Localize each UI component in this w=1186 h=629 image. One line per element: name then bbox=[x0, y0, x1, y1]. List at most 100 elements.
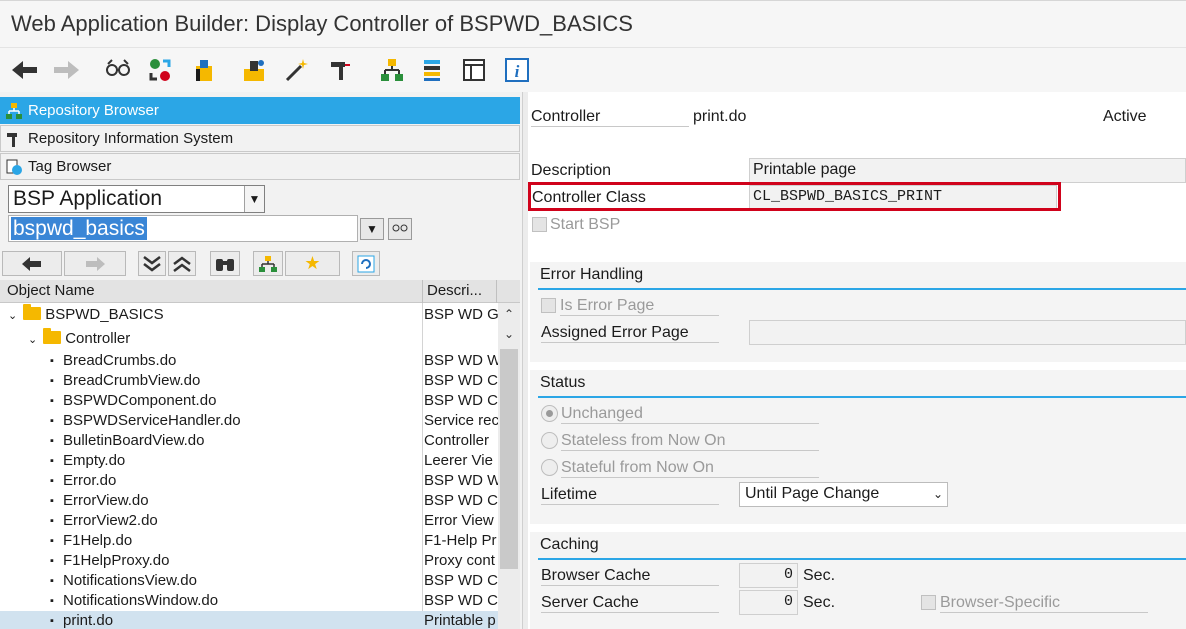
tree-node-label: BSPWDServiceHandler.do bbox=[63, 412, 241, 429]
bullet-icon: ▪ bbox=[50, 455, 54, 467]
tree-node-item[interactable]: ▪ NotificationsWindow.do BSP WD C bbox=[0, 591, 498, 611]
window-title: Web Application Builder: Display Control… bbox=[11, 11, 633, 36]
tree-node-item[interactable]: ▪ BSPWDServiceHandler.do Service rec bbox=[0, 411, 498, 431]
tree-node-item[interactable]: ▪ BSPWDComponent.do BSP WD C bbox=[0, 391, 498, 411]
radio-stateless[interactable] bbox=[541, 432, 558, 449]
lifetime-select[interactable]: Until Page Change ⌄ bbox=[739, 482, 948, 507]
display-glasses-button[interactable] bbox=[388, 218, 412, 240]
nav-repository-browser[interactable]: Repository Browser bbox=[0, 97, 520, 124]
forward-button[interactable] bbox=[64, 251, 126, 276]
browser-cache-field[interactable]: 0 bbox=[739, 563, 798, 588]
tree-node-item[interactable]: ▪ Empty.do Leerer Vie bbox=[0, 451, 498, 471]
title-bar: Web Application Builder: Display Control… bbox=[0, 0, 1186, 48]
tree-node-root[interactable]: ⌄ BSPWD_BASICS BSP WD G bbox=[0, 304, 498, 325]
chevron-down-icon[interactable]: ⌄ bbox=[8, 310, 17, 322]
bullet-icon: ▪ bbox=[50, 415, 54, 427]
favorites-star-icon[interactable]: ★ bbox=[285, 251, 340, 276]
layout-icon[interactable] bbox=[460, 56, 488, 84]
status-badge: Active bbox=[1103, 108, 1147, 125]
hierarchy-icon[interactable] bbox=[378, 56, 406, 84]
tree-node-label: ErrorView.do bbox=[63, 492, 149, 509]
tree-node-label: BreadCrumbView.do bbox=[63, 372, 201, 389]
tree-scrollbar[interactable]: ⌃ ⌄ bbox=[498, 303, 520, 629]
tree-node-desc: F1-Help Pr bbox=[424, 532, 497, 549]
refresh-icon[interactable] bbox=[352, 251, 380, 276]
tree-node-label: BSPWDComponent.do bbox=[63, 392, 217, 409]
binoculars-icon[interactable] bbox=[210, 251, 240, 276]
lifetime-label: Lifetime bbox=[541, 486, 719, 505]
tree-node-item[interactable]: ▪ F1Help.do F1-Help Pr bbox=[0, 531, 498, 551]
chevron-up-icon[interactable]: ⌃ bbox=[498, 307, 520, 325]
forward-arrow-icon[interactable] bbox=[52, 56, 80, 84]
tree-node-item[interactable]: ▪ Error.do BSP WD W bbox=[0, 471, 498, 491]
chevron-down-icon[interactable]: ⌄ bbox=[28, 334, 37, 346]
bullet-icon: ▪ bbox=[50, 375, 54, 387]
tree-node-item[interactable]: ▪ NotificationsView.do BSP WD C bbox=[0, 571, 498, 591]
object-type-select[interactable]: BSP Application ▼ bbox=[8, 185, 265, 213]
tree-node-label: F1Help.do bbox=[63, 532, 133, 549]
tag-browser-icon bbox=[3, 157, 25, 177]
nav-label: Repository Browser bbox=[28, 102, 159, 119]
start-bsp-label: Start BSP bbox=[550, 216, 621, 233]
tree-node-item[interactable]: ▪ BreadCrumbView.do BSP WD C bbox=[0, 371, 498, 391]
collapse-all-icon[interactable] bbox=[168, 251, 196, 276]
nav-repository-information-system[interactable]: Repository Information System bbox=[0, 125, 520, 152]
scrollbar-thumb[interactable] bbox=[500, 349, 518, 569]
tree-node-desc: Proxy cont bbox=[424, 552, 495, 569]
expand-all-icon[interactable] bbox=[138, 251, 166, 276]
tree-node-label: BSPWD_BASICS bbox=[45, 306, 164, 323]
objects-icon[interactable] bbox=[146, 56, 174, 84]
tree-node-desc: Controller bbox=[424, 432, 490, 449]
column-description[interactable]: Descri... bbox=[427, 282, 482, 299]
tree-node-item[interactable]: ▪ BreadCrumbs.do BSP WD W bbox=[0, 351, 498, 371]
tree-node-item[interactable]: ▪ F1HelpProxy.do Proxy cont bbox=[0, 551, 498, 571]
hierarchy-up-icon[interactable] bbox=[253, 251, 283, 276]
radio-stateful[interactable] bbox=[541, 459, 558, 476]
column-object-name[interactable]: Object Name bbox=[7, 282, 95, 299]
magic-wand-icon[interactable] bbox=[283, 56, 311, 84]
is-error-page-checkbox[interactable] bbox=[541, 298, 556, 313]
nav-label: Repository Information System bbox=[28, 130, 234, 147]
tool-icon[interactable] bbox=[326, 56, 354, 84]
description-field[interactable]: Printable page bbox=[749, 158, 1186, 183]
radio-unchanged[interactable] bbox=[541, 405, 558, 422]
browser-specific-checkbox[interactable] bbox=[921, 595, 936, 610]
bullet-icon: ▪ bbox=[50, 435, 54, 447]
start-bsp-checkbox[interactable] bbox=[532, 217, 547, 232]
bullet-icon: ▪ bbox=[50, 475, 54, 487]
tree-node-item[interactable]: ▪ print.do Printable p bbox=[0, 611, 498, 629]
tree-node-item[interactable]: ▪ ErrorView2.do Error View bbox=[0, 511, 498, 531]
tree-node-label: Error.do bbox=[63, 472, 117, 489]
back-button[interactable] bbox=[2, 251, 62, 276]
dropdown-arrow-button[interactable]: ▼ bbox=[360, 218, 384, 240]
assigned-error-page-label: Assigned Error Page bbox=[541, 324, 719, 343]
tree-node-desc: Error View bbox=[424, 512, 494, 529]
bullet-icon: ▪ bbox=[50, 535, 54, 547]
tree-node-item[interactable]: ▪ ErrorView.do BSP WD C bbox=[0, 491, 498, 511]
group-title: Error Handling bbox=[540, 266, 644, 283]
package-icon[interactable] bbox=[190, 56, 218, 84]
back-arrow-icon[interactable] bbox=[11, 56, 39, 84]
test-icon[interactable] bbox=[240, 56, 268, 84]
tree-node-controller[interactable]: ⌄ Controller bbox=[0, 328, 498, 349]
info-icon[interactable]: i bbox=[503, 56, 531, 84]
chevron-down-icon[interactable]: ⌄ bbox=[498, 327, 520, 345]
folder-icon bbox=[43, 328, 62, 344]
chevron-down-icon[interactable]: ▼ bbox=[244, 186, 264, 212]
nav-tag-browser[interactable]: Tag Browser bbox=[0, 153, 520, 180]
tree-node-desc: BSP WD G bbox=[424, 306, 498, 323]
tree-node-label: NotificationsView.do bbox=[63, 572, 197, 589]
assigned-error-page-field[interactable] bbox=[749, 320, 1186, 345]
server-cache-field[interactable]: 0 bbox=[739, 590, 798, 615]
stack-icon[interactable] bbox=[418, 56, 446, 84]
tree-node-item[interactable]: ▪ BulletinBoardView.do Controller bbox=[0, 431, 498, 451]
radio-unchanged-label: Unchanged bbox=[561, 405, 819, 424]
glasses-icon[interactable] bbox=[104, 56, 132, 84]
nav-label: Tag Browser bbox=[28, 158, 112, 175]
tree-node-desc: BSP WD C bbox=[424, 492, 498, 509]
application-toolbar: i bbox=[0, 48, 1186, 92]
browser-cache-label: Browser Cache bbox=[541, 567, 719, 586]
object-name-input[interactable]: bspwd_basics bbox=[8, 215, 358, 242]
bullet-icon: ▪ bbox=[50, 495, 54, 507]
chevron-down-icon: ⌄ bbox=[932, 487, 943, 501]
